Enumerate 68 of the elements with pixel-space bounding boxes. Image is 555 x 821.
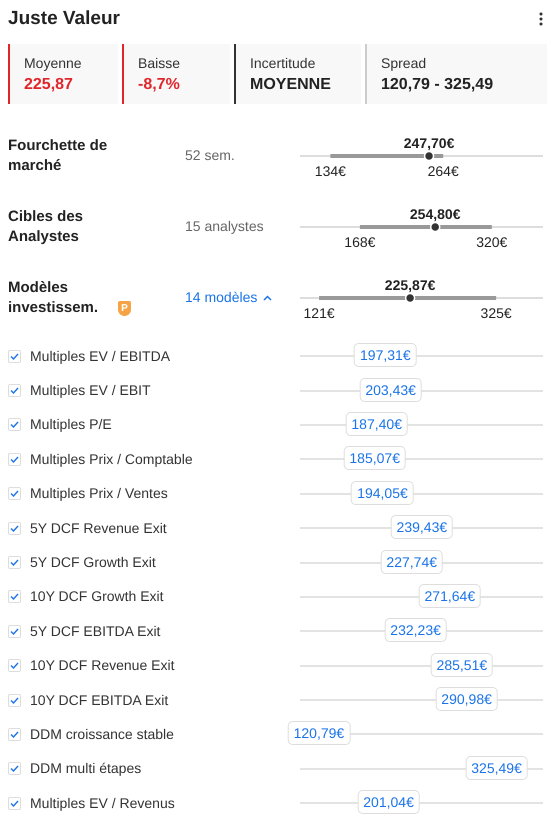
- model-value-pill: 203,43€: [359, 378, 422, 402]
- model-label: 5Y DCF Revenue Exit: [30, 518, 168, 538]
- checkbox[interactable]: [8, 487, 21, 500]
- model-label: DDM multi étapes: [30, 759, 142, 778]
- range-label: Modèles investissem.: [8, 278, 100, 318]
- stat-label: Baisse: [138, 54, 182, 72]
- range-label: Cibles des Analystes: [8, 206, 84, 246]
- stat-label: Moyenne: [24, 54, 83, 72]
- stat-value: MOYENNE: [250, 75, 332, 95]
- checkbox[interactable]: [8, 624, 21, 638]
- model-value-pill: 187,40€: [345, 412, 408, 436]
- checkbox[interactable]: [8, 694, 21, 707]
- model-label: Multiples EV / EBIT: [30, 381, 152, 400]
- checkbox[interactable]: [8, 762, 21, 776]
- model-value-pill: 290,98€: [435, 687, 498, 712]
- model-label: Multiples EV / Revenus: [30, 794, 176, 813]
- model-label: 10Y DCF EBITDA Exit: [30, 690, 170, 710]
- pro-badge: P: [118, 300, 131, 316]
- checkbox[interactable]: [8, 384, 21, 398]
- range-low-label: 134€: [314, 162, 346, 180]
- model-value-pill: 239,43€: [390, 515, 454, 540]
- model-label: Multiples EV / EBITDA: [30, 346, 172, 366]
- range-value: 247,70€: [404, 134, 454, 152]
- range-value: 225,87€: [384, 276, 436, 294]
- range-low-label: 168€: [344, 232, 376, 252]
- stat-value: 225,87: [24, 75, 74, 95]
- model-value-pill: 194,05€: [351, 480, 414, 505]
- checkbox[interactable]: [8, 556, 21, 570]
- model-value-pill: 197,31€: [354, 343, 417, 368]
- range-high-label: 264€: [428, 162, 459, 180]
- checkbox[interactable]: [8, 418, 21, 432]
- model-label: Multiples Prix / Comptable: [30, 450, 194, 469]
- checkbox[interactable]: [8, 728, 21, 741]
- caret-icon[interactable]: [263, 294, 272, 300]
- model-label: 10Y DCF Revenue Exit: [30, 656, 176, 676]
- model-value-pill: 120,79€: [288, 721, 350, 746]
- range-label: Fourchette de marché: [8, 136, 108, 176]
- more-options-icon[interactable]: [539, 12, 543, 26]
- range-detail: 15 analystes: [185, 217, 264, 236]
- checkbox[interactable]: [8, 452, 21, 466]
- model-value-pill: 227,74€: [380, 550, 444, 574]
- models-toggle-link[interactable]: 14 modèles: [185, 287, 272, 308]
- model-value-pill: 325,49€: [465, 756, 528, 780]
- panel-title: Juste Valeur: [8, 6, 120, 31]
- model-label: 5Y DCF EBITDA Exit: [30, 622, 162, 641]
- model-label: 5Y DCF Growth Exit: [30, 553, 157, 572]
- stat-label: Spread: [381, 54, 428, 72]
- model-value-pill: 185,07€: [343, 446, 406, 470]
- stat-value: 120,79 - 325,49: [381, 75, 494, 95]
- model-label: Multiples Prix / Ventes: [30, 484, 169, 504]
- checkbox[interactable]: [8, 522, 21, 535]
- model-value-pill: 232,23€: [384, 618, 447, 642]
- range-detail: 52 sem.: [185, 146, 235, 165]
- stat-value: -8,7%: [138, 75, 181, 95]
- range-high-label: 320€: [476, 232, 508, 252]
- model-label: Multiples P/E: [30, 415, 113, 434]
- model-value-pill: 271,64€: [418, 584, 482, 608]
- range-value: 254,80€: [410, 204, 460, 224]
- stat-label: Incertitude: [250, 54, 316, 72]
- checkbox[interactable]: [8, 796, 21, 810]
- checkbox[interactable]: [8, 659, 21, 672]
- checkbox[interactable]: [8, 350, 21, 363]
- range-high-label: 325€: [480, 304, 512, 322]
- model-value-pill: 201,04€: [357, 790, 420, 814]
- range-low-label: 121€: [304, 304, 335, 322]
- model-label: 10Y DCF Growth Exit: [30, 587, 165, 606]
- model-value-pill: 285,51€: [430, 652, 494, 677]
- checkbox[interactable]: [8, 590, 21, 604]
